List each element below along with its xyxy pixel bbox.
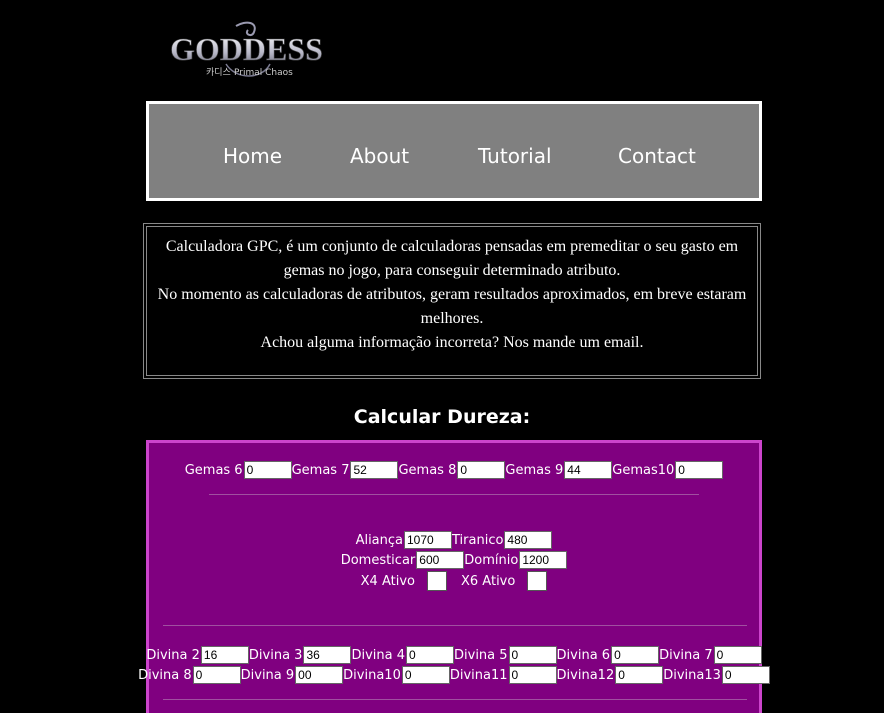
divina-7-label: Divina 7 (659, 647, 713, 663)
logo-prefix: 카디스 (206, 67, 231, 78)
divina-row-2: Divina 8 Divina 9 Divina10 Divina11 Divi… (138, 666, 770, 684)
x6-label: X6 Ativo (461, 573, 516, 589)
gemas-9-input[interactable] (564, 461, 613, 479)
dominio-label: Domínio (464, 552, 519, 568)
alianca-label: Aliança (355, 532, 403, 548)
main-nav: Home About Tutorial Contact (146, 101, 762, 201)
divina-10-input[interactable] (401, 666, 450, 684)
gemas-row: Gemas 6 Gemas 7 Gemas 8 Gemas 9 Gemas10 (149, 461, 759, 479)
alianca-row: Aliança Tiranico (149, 531, 759, 549)
tiranico-input[interactable] (504, 531, 553, 549)
divina-2-label: Divina 2 (146, 647, 200, 663)
x4-label: X4 Ativo (360, 573, 415, 589)
divina-9-input[interactable] (295, 666, 344, 684)
divina-11-label: Divina11 (449, 667, 508, 683)
calc-heading: Calcular Dureza: (353, 406, 531, 428)
divina-3-label: Divina 3 (248, 647, 303, 663)
gemas-6-label: Gemas 6 (184, 462, 243, 478)
dureza-calculator: Gemas 6 Gemas 7 Gemas 8 Gemas 9 Gemas10 … (138, 440, 770, 713)
domesticar-input[interactable] (416, 551, 465, 569)
alianca-input[interactable] (404, 531, 452, 549)
gemas-6-input[interactable] (243, 461, 292, 479)
divider (209, 494, 699, 495)
divina-13-label: Divina13 (663, 667, 721, 683)
gemas-10-label: Gemas10 (612, 462, 675, 478)
divina-3-input[interactable] (303, 646, 352, 664)
gemas-8-input[interactable] (457, 461, 506, 479)
dominio-input[interactable] (519, 551, 568, 569)
divina-12-label: Divina12 (556, 667, 615, 683)
nav-contact[interactable]: Contact (618, 144, 696, 168)
divina-8-label: Divina 8 (138, 667, 192, 683)
gemas-7-label: Gemas 7 (291, 462, 350, 478)
divina-row-1: Divina 2 Divina 3 Divina 4 Divina 5 Divi… (146, 646, 762, 664)
intro-line-2: No momento as calculadoras de atributos,… (157, 286, 747, 327)
divina-6-label: Divina 6 (556, 647, 611, 663)
gemas-9-label: Gemas 9 (505, 462, 564, 478)
nav-about[interactable]: About (350, 144, 409, 168)
divina-7-input[interactable] (713, 646, 762, 664)
gemas-7-input[interactable] (350, 461, 399, 479)
logo-subtitle: Primal Chaos (234, 68, 293, 78)
intro-line-3: Achou alguma informação incorreta? Nos m… (260, 334, 644, 351)
domesticar-row: Domesticar Domínio (149, 551, 759, 569)
x6-checkbox[interactable] (527, 571, 548, 591)
divina-11-input[interactable] (508, 666, 557, 684)
domesticar-label: Domesticar (340, 552, 416, 568)
ativo-row: X4 Ativo X6 Ativo (149, 571, 759, 591)
logo-title: GODDESS (170, 31, 323, 67)
divina-13-input[interactable] (721, 666, 770, 684)
logo-graphic: GODDESS 카디스 Primal Chaos (170, 21, 323, 78)
divina-10-label: Divina10 (343, 667, 401, 683)
divina-2-input[interactable] (200, 646, 249, 664)
goddess-logo[interactable]: GODDESS 카디스 Primal Chaos (166, 20, 332, 84)
tiranico-label: Tiranico (452, 532, 504, 548)
divina-4-label: Divina 4 (351, 647, 405, 663)
divina-5-label: Divina 5 (454, 647, 508, 663)
intro-box: Calculadora GPC, é um conjunto de calcul… (143, 223, 761, 379)
divina-9-label: Divina 9 (240, 667, 295, 683)
gemas-10-input[interactable] (675, 461, 724, 479)
divina-12-input[interactable] (615, 666, 664, 684)
divider (163, 699, 747, 700)
x4-checkbox[interactable] (427, 571, 447, 591)
divina-5-input[interactable] (508, 646, 557, 664)
nav-home[interactable]: Home (223, 144, 282, 168)
gemas-8-label: Gemas 8 (398, 462, 457, 478)
nav-tutorial[interactable]: Tutorial (478, 144, 552, 168)
intro-line-1: Calculadora GPC, é um conjunto de calcul… (165, 238, 739, 279)
divina-6-input[interactable] (611, 646, 660, 664)
divina-4-input[interactable] (406, 646, 454, 664)
divider (163, 625, 747, 626)
divina-8-input[interactable] (192, 666, 241, 684)
